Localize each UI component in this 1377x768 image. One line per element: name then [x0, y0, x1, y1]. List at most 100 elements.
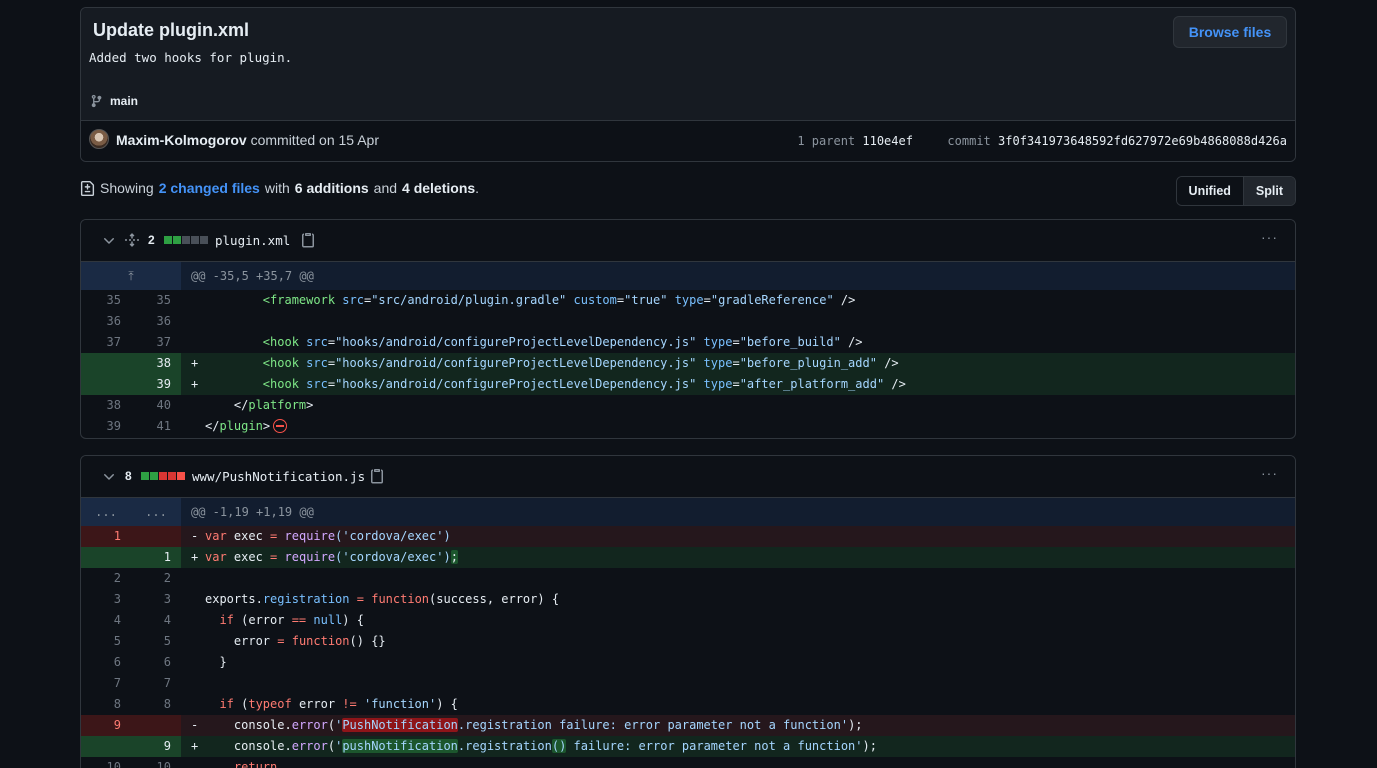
copy-icon[interactable] — [369, 468, 385, 484]
expand-up-icon[interactable]: ⤒ — [81, 262, 181, 290]
old-line-number[interactable] — [81, 736, 131, 757]
line-code: return — [233, 760, 278, 768]
file-name-link[interactable]: plugin.xml — [215, 233, 290, 248]
more-options-icon[interactable]: ··· — [1261, 230, 1279, 248]
old-line-number[interactable] — [81, 353, 131, 374]
expand-all-icon[interactable] — [124, 232, 140, 248]
diff-line-added: 38 + <hook src="hooks/android/configureP… — [81, 353, 1295, 374]
diff-line: 8 8 if (typeof error != 'function') { — [81, 694, 1295, 715]
line-code — [181, 311, 1295, 332]
diff-line: 3 3 exports.registration = function(succ… — [81, 589, 1295, 610]
diff-line: 35 35 <framework src="src/android/plugin… — [81, 290, 1295, 311]
new-line-number[interactable]: 35 — [131, 290, 181, 311]
old-line-number[interactable]: 38 — [81, 395, 131, 416]
hunk-header: ...... @@ -1,19 +1,19 @@ — [81, 498, 1295, 526]
diff-line-deleted: 1 - var exec = require('cordova/exec') — [81, 526, 1295, 547]
committed-date: committed on 15 Apr — [250, 132, 379, 148]
old-line-number[interactable]: 6 — [81, 652, 131, 673]
parent-sha-link[interactable]: 110e4ef — [862, 134, 913, 148]
commit-label: commit — [947, 134, 991, 148]
new-line-number[interactable]: 10 — [131, 757, 181, 768]
file-change-count: 2 — [148, 233, 155, 247]
new-line-number[interactable]: 40 — [131, 395, 181, 416]
new-line-number[interactable]: 39 — [131, 374, 181, 395]
new-line-number[interactable]: 9 — [131, 736, 181, 757]
old-line-number[interactable]: 4 — [81, 610, 131, 631]
author-link[interactable]: Maxim-Kolmogorov — [116, 132, 247, 148]
old-line-number[interactable]: 39 — [81, 416, 131, 437]
file-diff-pushnotification-js: 8 www/PushNotification.js ··· ...... @@ … — [80, 455, 1296, 768]
diff-summary: Showing 2 changed files with 6 additions… — [80, 180, 479, 196]
unified-view-button[interactable]: Unified — [1176, 177, 1244, 205]
diffstat-block — [159, 472, 167, 480]
old-line-number[interactable]: 1 — [81, 526, 131, 547]
diff-line: 6 6 } — [81, 652, 1295, 673]
new-line-number[interactable]: 38 — [131, 353, 181, 374]
line-code: - console.error('PushNotification.regist… — [191, 718, 863, 732]
new-line-number[interactable]: 7 — [131, 673, 181, 694]
diff-line: 36 36 — [81, 311, 1295, 332]
diffstat-block — [191, 236, 199, 244]
new-line-number[interactable]: 37 — [131, 332, 181, 353]
new-line-number[interactable]: 1 — [131, 547, 181, 568]
diff-line: 39 41 </plugin> — [81, 416, 1295, 437]
diff-line: 7 7 — [81, 673, 1295, 694]
chevron-down-icon[interactable] — [101, 233, 117, 249]
new-line-number[interactable]: 41 — [131, 416, 181, 437]
file-name-link[interactable]: www/PushNotification.js — [192, 469, 365, 484]
new-line-number[interactable] — [131, 715, 181, 736]
expand-old-icon[interactable]: ... — [81, 498, 131, 526]
commit-sha[interactable]: 3f0f341973648592fd627972e69b4868088d426a — [998, 134, 1287, 148]
new-line-number[interactable]: 36 — [131, 311, 181, 332]
more-options-icon[interactable]: ··· — [1261, 466, 1279, 484]
old-line-number[interactable]: 9 — [81, 715, 131, 736]
deletions-count: 4 deletions — [402, 180, 476, 196]
old-line-number[interactable]: 7 — [81, 673, 131, 694]
old-line-number[interactable]: 36 — [81, 311, 131, 332]
line-code: + var exec = require('cordova/exec'); — [191, 550, 458, 564]
changed-files-link[interactable]: 2 changed files — [159, 180, 260, 196]
diff-line: 37 37 <hook src="hooks/android/configure… — [81, 332, 1295, 353]
branch-indicator[interactable]: main — [90, 94, 138, 108]
line-code: <framework src="src/android/plugin.gradl… — [262, 293, 856, 307]
new-line-number[interactable]: 8 — [131, 694, 181, 715]
old-line-number[interactable]: 2 — [81, 568, 131, 589]
hunk-range: @@ -1,19 +1,19 @@ — [191, 505, 314, 519]
old-line-number[interactable]: 10 — [81, 757, 131, 768]
file-diff-icon — [80, 180, 95, 196]
old-line-number[interactable]: 35 — [81, 290, 131, 311]
diff-view-toggle: Unified Split — [1175, 176, 1296, 206]
old-line-number[interactable] — [81, 374, 131, 395]
browse-files-button[interactable]: Browse files — [1173, 16, 1287, 48]
old-line-number[interactable]: 8 — [81, 694, 131, 715]
commit-author-bar: Maxim-Kolmogorov committed on 15 Apr 1 p… — [81, 121, 1295, 161]
expand-context[interactable]: ...... — [81, 498, 181, 526]
author-line: Maxim-Kolmogorov committed on 15 Apr — [116, 132, 379, 148]
file-header: 2 plugin.xml ··· — [81, 220, 1295, 262]
old-line-number[interactable] — [81, 547, 131, 568]
new-line-number[interactable]: 6 — [131, 652, 181, 673]
commit-meta: 1 parent 110e4ef commit 3f0f341973648592… — [797, 134, 1287, 148]
new-line-number[interactable]: 3 — [131, 589, 181, 610]
diffstat-block — [182, 236, 190, 244]
diffstat-block — [200, 236, 208, 244]
parent-label: 1 parent — [797, 134, 856, 148]
line-code: error = function() {} — [233, 634, 386, 648]
new-line-number[interactable] — [131, 526, 181, 547]
old-line-number[interactable]: 3 — [81, 589, 131, 610]
old-line-number[interactable]: 5 — [81, 631, 131, 652]
split-view-button[interactable]: Split — [1243, 177, 1295, 205]
hunk-header: ⤒ @@ -35,5 +35,7 @@ — [81, 262, 1295, 290]
diffstat-block — [141, 472, 149, 480]
line-code: if (error == null) { — [219, 613, 364, 627]
copy-icon[interactable] — [300, 232, 316, 248]
avatar[interactable] — [89, 129, 109, 149]
commit-title: Update plugin.xml — [93, 20, 250, 40]
diff-line-deleted: 9 - console.error('PushNotification.regi… — [81, 715, 1295, 736]
old-line-number[interactable]: 37 — [81, 332, 131, 353]
new-line-number[interactable]: 5 — [131, 631, 181, 652]
new-line-number[interactable]: 4 — [131, 610, 181, 631]
chevron-down-icon[interactable] — [101, 469, 117, 485]
new-line-number[interactable]: 2 — [131, 568, 181, 589]
expand-new-icon[interactable]: ... — [131, 498, 181, 526]
